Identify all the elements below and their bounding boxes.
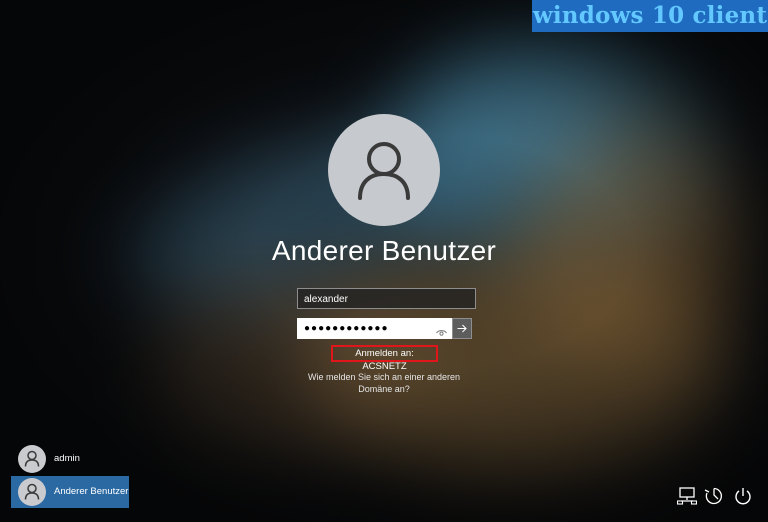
submit-button[interactable] — [452, 318, 472, 339]
other-domain-line-1: Wie melden Sie sich an einer anderen — [307, 372, 461, 382]
user-icon — [24, 483, 40, 500]
power-icon[interactable] — [734, 487, 752, 510]
page-title: Anderer Benutzer — [271, 235, 497, 266]
username-value: alexander — [304, 294, 348, 305]
password-mask: ●●●●●●●●●●●● — [304, 323, 389, 334]
network-icon[interactable] — [676, 487, 698, 510]
account-name: admin — [54, 453, 80, 464]
username-field[interactable]: alexander — [297, 288, 476, 309]
signin-domain-label: Anmelden an: ACSNETZ — [331, 345, 438, 372]
other-domain-link[interactable]: Wie melden Sie sich an einer anderen Dom… — [284, 371, 484, 395]
account-avatar — [18, 478, 46, 506]
reveal-password-icon[interactable] — [436, 324, 447, 342]
account-avatar — [18, 445, 46, 473]
user-icon — [358, 142, 410, 200]
user-avatar — [328, 114, 440, 226]
arrow-right-icon — [457, 324, 467, 333]
password-field[interactable]: ●●●●●●●●●●●● — [297, 318, 453, 339]
watermark-label: windows 10 client — [532, 0, 768, 32]
account-item-anderer-benutzer[interactable]: Anderer Benutzer — [11, 476, 129, 508]
ease-of-access-icon[interactable] — [704, 487, 724, 510]
user-icon — [24, 450, 40, 467]
account-name: Anderer Benutzer — [54, 486, 129, 497]
other-domain-line-2: Domäne an? — [358, 384, 410, 394]
account-item-admin[interactable]: admin — [11, 443, 129, 475]
